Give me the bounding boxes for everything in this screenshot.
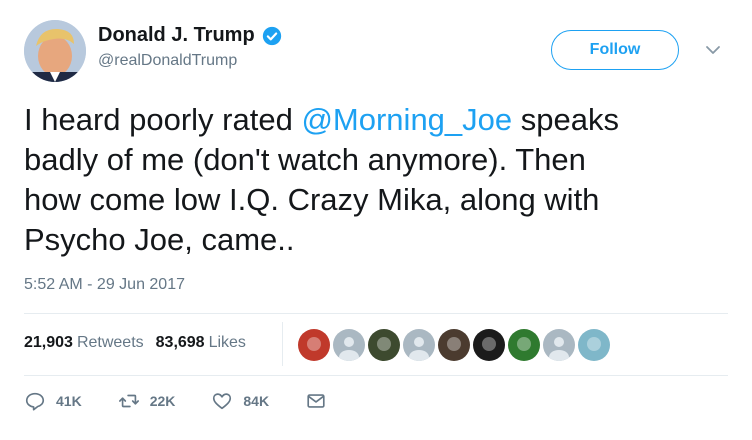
retweet-icon xyxy=(118,394,139,408)
engagement-stats: 21,903 Retweets 83,698 Likes xyxy=(24,334,246,352)
author-handle[interactable]: @realDonaldTrump xyxy=(98,52,237,70)
likes-label: Likes xyxy=(208,334,246,351)
tweet-text: I heard poorly rated @Morning_Joe speaks… xyxy=(24,100,734,260)
follow-button[interactable]: Follow xyxy=(551,30,679,70)
retweets-label: Retweets xyxy=(76,334,144,351)
liker-avatars xyxy=(298,329,613,361)
liker-avatar-4[interactable] xyxy=(403,329,435,361)
retweet-count: 22K xyxy=(149,393,176,409)
reply-count: 41K xyxy=(56,393,82,409)
retweets-count: 21,903 xyxy=(24,334,73,351)
retweets-stat[interactable]: 21,903 Retweets xyxy=(24,334,144,352)
author-avatar[interactable] xyxy=(24,20,86,82)
avatar-image xyxy=(543,329,575,361)
liker-avatar-1[interactable] xyxy=(298,329,330,361)
liker-avatar-6[interactable] xyxy=(473,329,505,361)
tweet-timestamp[interactable]: 5:52 AM - 29 Jun 2017 xyxy=(24,276,185,294)
author-photo xyxy=(24,20,86,82)
liker-avatar-5[interactable] xyxy=(438,329,470,361)
reply-action[interactable]: 41K xyxy=(24,390,82,412)
divider-bottom xyxy=(24,375,728,376)
avatar-image xyxy=(578,329,610,361)
tweet-text-part-1: I heard poorly rated xyxy=(24,102,302,137)
liker-avatar-7[interactable] xyxy=(508,329,540,361)
direct-message-action[interactable] xyxy=(305,390,327,412)
liker-avatar-3[interactable] xyxy=(368,329,400,361)
retweet-action[interactable]: 22K xyxy=(118,390,176,412)
like-action[interactable]: 84K xyxy=(211,390,269,412)
divider-top xyxy=(24,313,728,314)
reply-icon xyxy=(25,392,45,411)
avatar-image xyxy=(403,329,435,361)
author-name-row: Donald J. Trump xyxy=(98,24,282,47)
liker-avatar-9[interactable] xyxy=(578,329,610,361)
verified-badge-icon xyxy=(262,26,281,45)
like-count: 84K xyxy=(243,393,270,409)
avatar-image xyxy=(473,329,505,361)
action-bar: 41K 22K 84K xyxy=(24,390,327,412)
liker-avatar-2[interactable] xyxy=(333,329,365,361)
likes-stat[interactable]: 83,698 Likes xyxy=(156,334,246,352)
avatar-image xyxy=(368,329,400,361)
author-name[interactable]: Donald J. Trump xyxy=(98,24,255,47)
avatar-image xyxy=(333,329,365,361)
chevron-down-icon[interactable] xyxy=(703,40,723,60)
envelope-icon xyxy=(307,394,325,408)
avatar-image xyxy=(438,329,470,361)
liker-avatar-8[interactable] xyxy=(543,329,575,361)
stats-separator xyxy=(282,322,283,366)
avatar-image xyxy=(298,329,330,361)
mention-link[interactable]: @Morning_Joe xyxy=(301,102,512,137)
avatar-image xyxy=(508,329,540,361)
likes-count: 83,698 xyxy=(155,334,205,351)
heart-icon xyxy=(213,393,232,410)
